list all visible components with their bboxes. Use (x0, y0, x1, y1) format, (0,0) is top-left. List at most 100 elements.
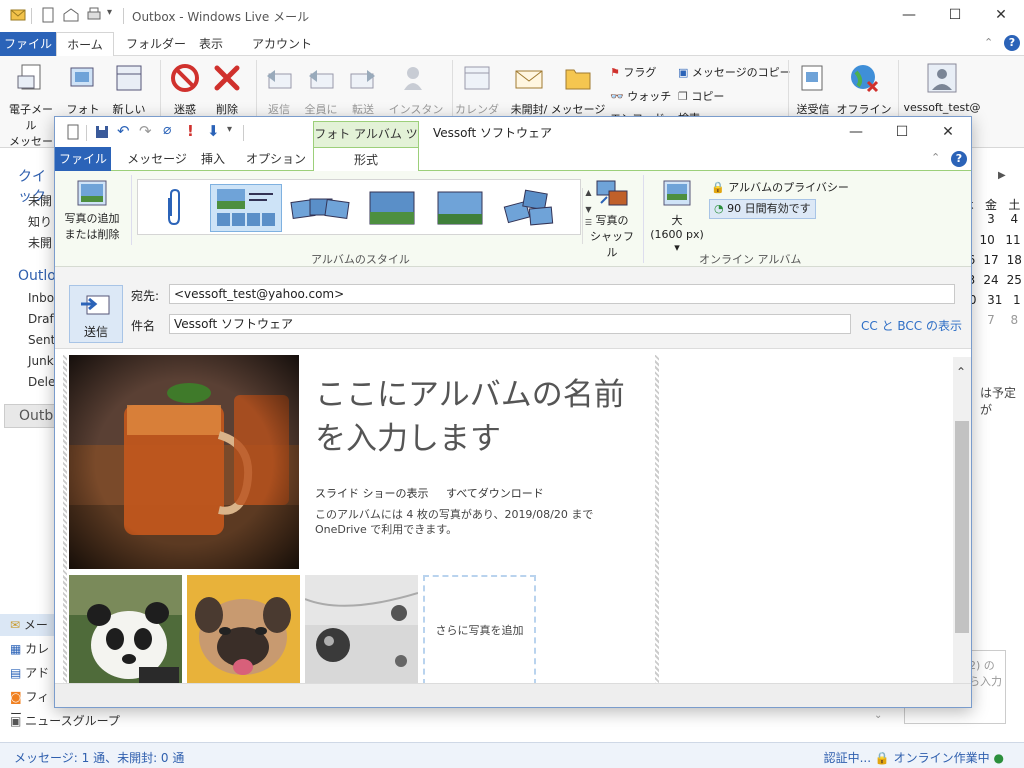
thumbnail-water-drop[interactable] (305, 575, 418, 685)
style-attachment[interactable] (142, 184, 206, 232)
account-button[interactable]: vessoft_test@ (902, 62, 982, 114)
unread-envelope-icon (515, 70, 543, 89)
nav-calendar[interactable]: ▦ カレ (10, 640, 49, 657)
status-right: 認証中... 🔒 オンライン作業中 ● (824, 749, 1004, 766)
tab-options[interactable]: オプション (245, 147, 307, 171)
reply-icon (267, 70, 292, 89)
quick-item[interactable]: 未開 (28, 234, 52, 251)
tab-view[interactable]: 表示 (187, 32, 235, 56)
style-grid-selected[interactable] (210, 184, 282, 232)
nav-mail[interactable]: ✉ メー (0, 614, 60, 636)
flag-icon: ⚑ (610, 66, 620, 79)
maximize-button[interactable]: ☐ (932, 0, 978, 30)
send-receive-qat-icon[interactable] (63, 7, 79, 23)
forward-button[interactable]: 転送 (336, 62, 390, 117)
album-left-border (63, 355, 67, 685)
style-stacked[interactable] (288, 184, 352, 232)
app-mail-icon[interactable] (10, 7, 26, 23)
thumbnail-panda[interactable] (69, 575, 182, 685)
scroll-thumb[interactable] (955, 421, 969, 633)
compose-maximize-button[interactable]: ☐ (879, 117, 925, 147)
scroll-up-icon[interactable]: ⌃ (956, 365, 966, 379)
undo-icon[interactable]: ↶ (117, 122, 130, 140)
delete-button[interactable]: 削除 (200, 62, 254, 117)
album-main-photo-iced-tea[interactable] (69, 355, 299, 569)
compose-vertical-scrollbar[interactable]: ⌃ (953, 357, 971, 683)
slideshow-link[interactable]: スライド ショーの表示 (315, 487, 429, 500)
tab-insert[interactable]: 挿入 (189, 147, 237, 171)
add-remove-photos-button[interactable]: 写真の追加 または削除 (61, 179, 123, 242)
lock-icon: 🔒 (874, 751, 890, 765)
folder-deleted[interactable]: Dele (28, 375, 55, 389)
message-body[interactable]: ここにアルバムの名前を入力します スライド ショーの表示 すべてダウンロード こ… (55, 349, 971, 685)
high-priority-icon[interactable]: ! (187, 122, 194, 140)
help-icon[interactable]: ? (1004, 35, 1020, 51)
calendar-next-icon[interactable]: ▶ (998, 170, 1006, 181)
thumbnail-pug[interactable] (187, 575, 300, 685)
album-privacy-button[interactable]: 🔒 アルバムのプライバシー (711, 179, 849, 195)
tab-folder[interactable]: フォルダー (114, 32, 198, 56)
new-item-button[interactable]: 新しい (102, 62, 156, 117)
send-receive-button[interactable]: 送受信 (786, 62, 840, 117)
tab-format[interactable]: 形式 (313, 147, 419, 172)
tab-account[interactable]: アカウント (240, 32, 324, 56)
scattered-layout-icon (503, 189, 554, 226)
album-style-group-label: アルバムのスタイル (311, 253, 410, 266)
folder-junk[interactable]: Junk (28, 354, 54, 368)
show-cc-bcc-link[interactable]: CC と BCC の表示 (861, 317, 962, 334)
tab-home[interactable]: ホーム (56, 32, 114, 57)
format-ribbon: 写真の追加 または削除 ▲ ▼ ☰ アルバムのスタイル 写真の シャッフル 大 … (55, 171, 971, 267)
tab-message[interactable]: メッセージ (117, 147, 197, 171)
nav-contacts[interactable]: ▤ アド (10, 664, 49, 681)
attach-qat-icon[interactable]: ⌀ (163, 122, 171, 138)
to-field[interactable]: <vessoft_test@yahoo.com> (169, 284, 955, 304)
collapse-ribbon-icon[interactable]: ⌃ (984, 36, 993, 49)
tab-file[interactable]: ファイル (0, 32, 56, 56)
style-scattered[interactable] (498, 184, 562, 232)
bottom-navigation: ✉ メー ▦ カレ ▤ アド ◙ フィー ▣ ニュースグループ (0, 610, 120, 740)
new-doc-icon[interactable] (40, 7, 56, 23)
collapse-ribbon-icon[interactable]: ⌃ (931, 151, 940, 164)
quick-item[interactable]: 未開 (28, 192, 52, 209)
style-single[interactable] (360, 184, 424, 232)
flag-button[interactable]: ⚑ フラグ (610, 64, 656, 80)
scroll-down-icon[interactable]: ⌄ (874, 710, 882, 721)
compose-minimize-button[interactable]: — (833, 117, 879, 147)
print-qat-icon[interactable] (86, 7, 102, 23)
status-online[interactable]: オンライン作業中 (894, 751, 990, 765)
nav-newsgroups[interactable]: ▣ ニュースグループ (10, 712, 120, 729)
minimize-button[interactable]: — (886, 0, 932, 30)
expiry-button[interactable]: ◔ 90 日間有効です (709, 199, 816, 219)
save-icon[interactable] (95, 125, 109, 139)
shuffle-photos-button[interactable]: 写真の シャッフル (589, 179, 635, 260)
subject-field[interactable]: Vessoft ソフトウェア (169, 314, 851, 334)
help-icon[interactable]: ? (951, 151, 967, 167)
album-title[interactable]: ここにアルバムの名前を入力します (315, 373, 655, 461)
quick-item[interactable]: 知り (28, 213, 52, 230)
compose-title: Vessoft ソフトウェア (433, 126, 553, 140)
folder-drafts[interactable]: Draf (28, 312, 54, 326)
folder-sent[interactable]: Sent (28, 333, 55, 347)
watch-button[interactable]: 👓 ウォッチ (610, 88, 671, 104)
photo-size-button[interactable]: 大 (1600 px) ▾ (647, 179, 707, 254)
qat-dropdown-icon[interactable]: ▾ (227, 124, 232, 135)
tab-file[interactable]: ファイル (55, 147, 111, 171)
compose-close-button[interactable]: ✕ (925, 117, 971, 147)
copy-message-button[interactable]: ▣ メッセージのコピー (678, 64, 791, 80)
album-links: スライド ショーの表示 すべてダウンロード (315, 485, 544, 501)
redo-icon[interactable]: ↷ (139, 122, 152, 140)
folder-inbox[interactable]: Inbo (28, 291, 54, 305)
user-avatar-icon (927, 63, 957, 93)
close-button[interactable]: ✕ (978, 0, 1024, 30)
newsgroup-icon: ▣ (10, 714, 22, 728)
add-more-photos-placeholder[interactable]: さらに写真を追加 (423, 575, 536, 685)
copy-button[interactable]: ❐ コピー (678, 88, 724, 104)
outlook-account-header[interactable]: Outlo (18, 268, 56, 284)
compose-doc-icon[interactable] (65, 124, 81, 140)
low-priority-icon[interactable]: ⬇ (207, 122, 220, 140)
qat-dropdown-icon[interactable]: ▾ (107, 7, 112, 18)
download-all-link[interactable]: すべてダウンロード (446, 487, 544, 500)
style-filmstrip[interactable] (428, 184, 492, 232)
send-button[interactable]: 送信 (69, 285, 123, 343)
folder-outbox-selected[interactable]: Outb (4, 404, 56, 428)
